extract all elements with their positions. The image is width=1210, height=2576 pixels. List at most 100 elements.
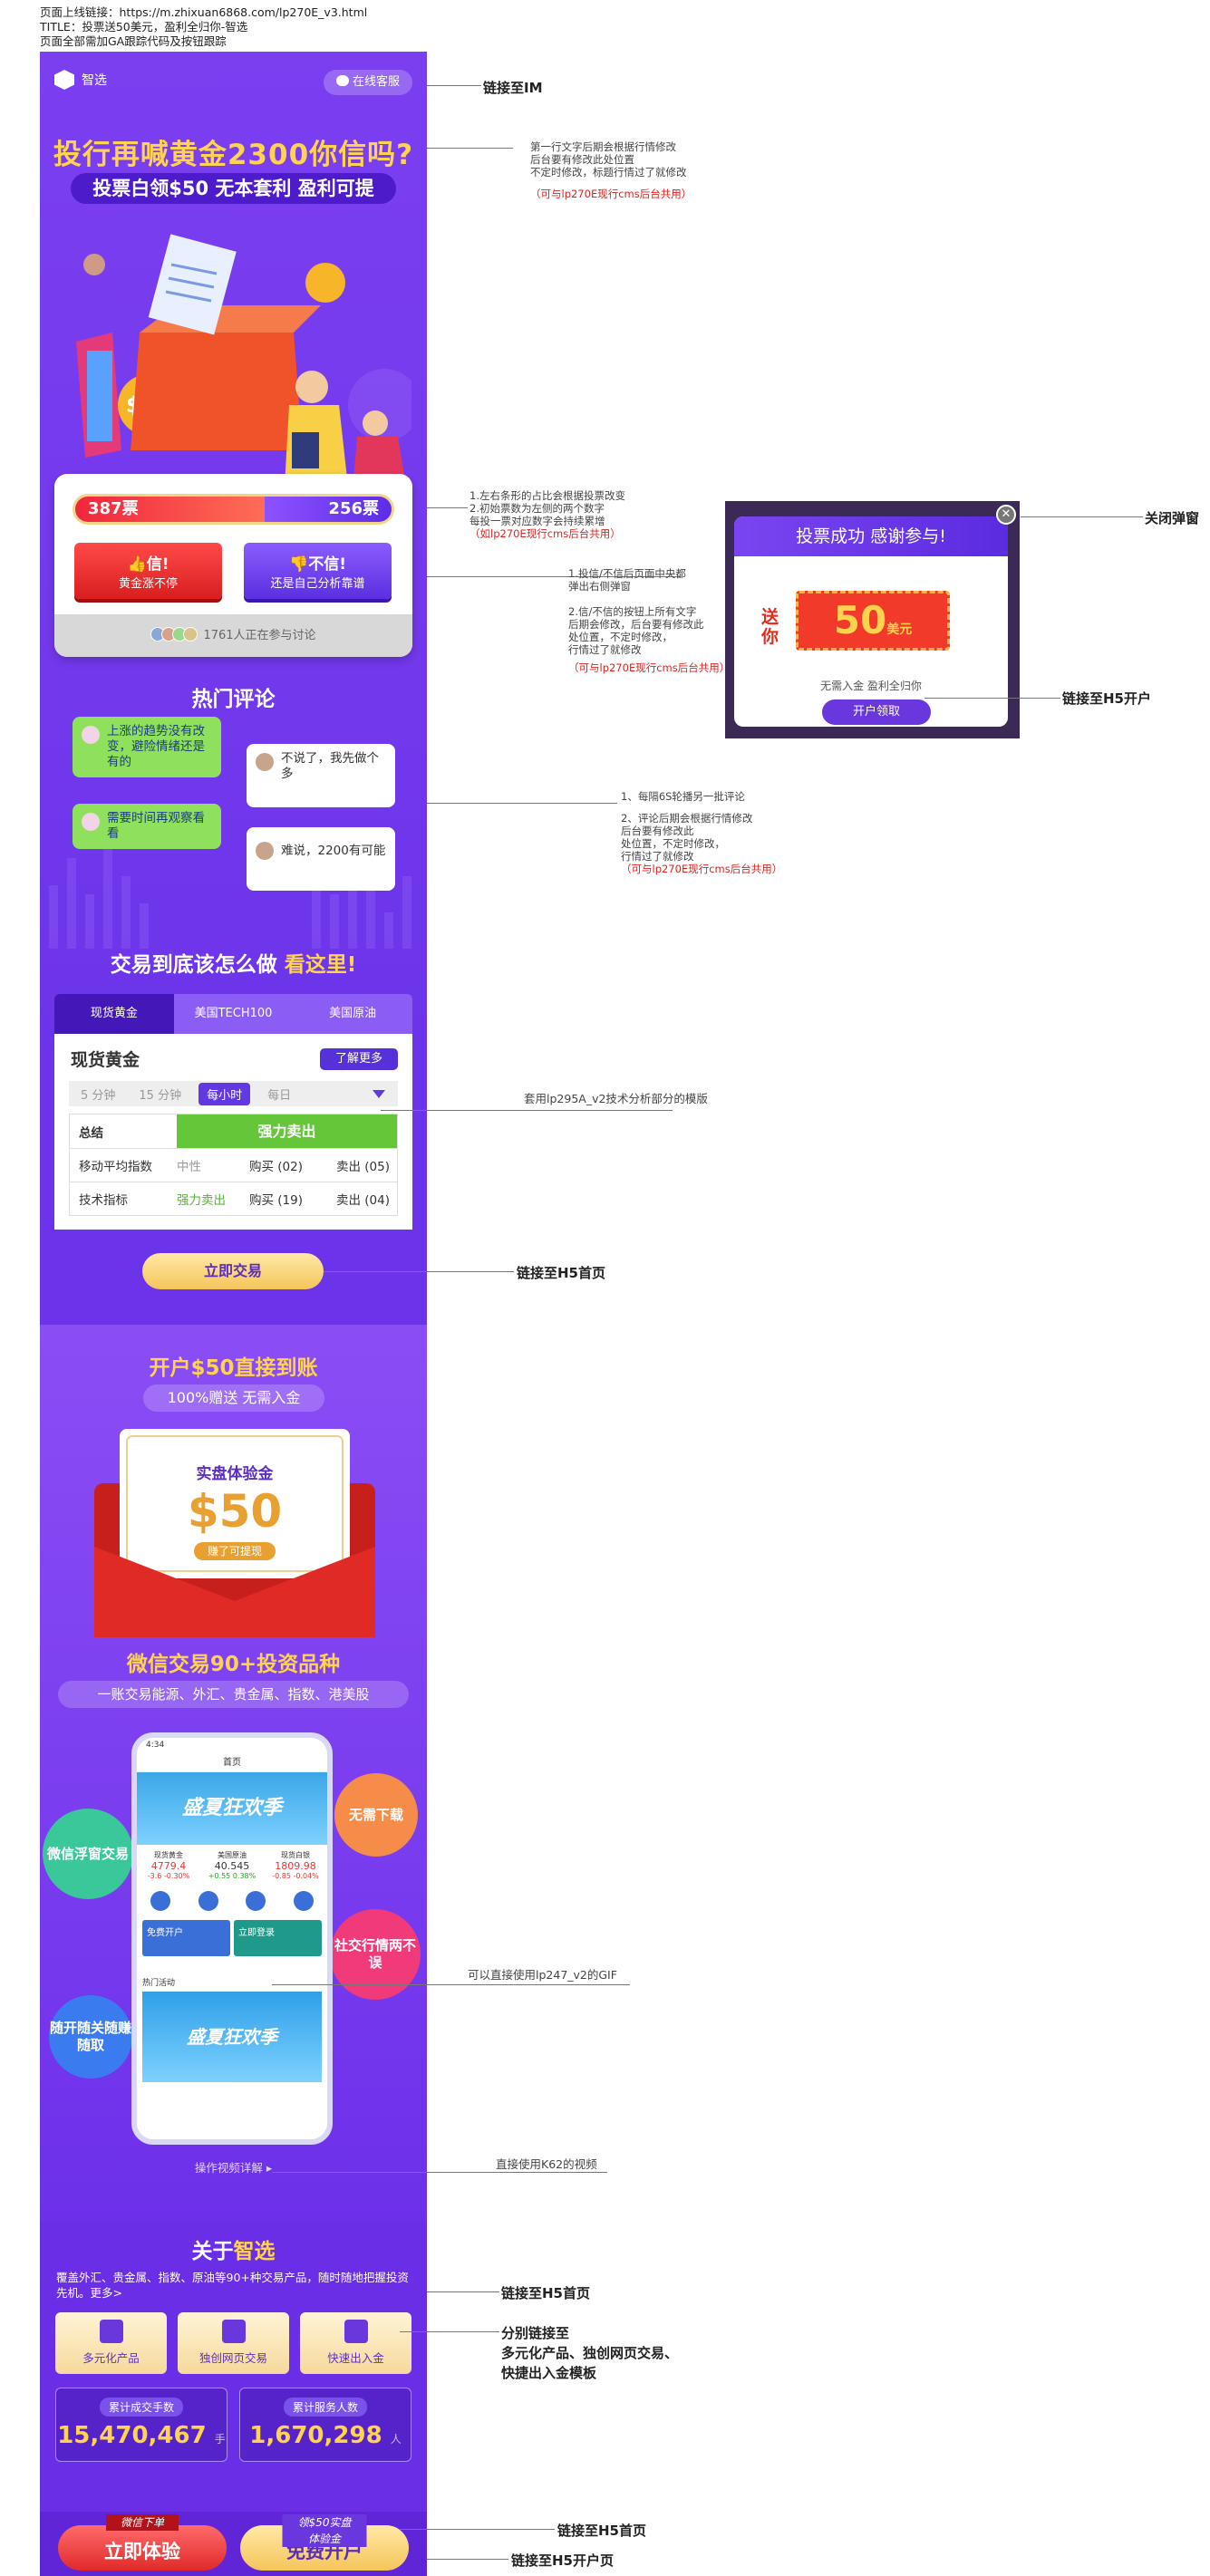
indicator-sell: 卖出 (05) xyxy=(335,1160,390,1174)
tab-spot-gold[interactable]: 现货黄金 xyxy=(54,994,174,1034)
annotation-red: （可与lp270E现行cms后台共用） xyxy=(530,188,692,200)
avatar xyxy=(183,627,198,642)
annotation-text: 1.投信/不信后页面中央都 xyxy=(568,567,686,580)
spec-tracking: 页面全部需加GA跟踪代码及按钮跟踪 xyxy=(40,34,227,48)
status-time: 4:34 xyxy=(146,1741,165,1750)
vote-progress-bar: 387票 256票 xyxy=(73,494,394,525)
modal-gift-label: 送你 xyxy=(761,607,779,647)
shortcut-icon xyxy=(150,1891,171,1911)
summer-banner: 盛夏狂欢季 xyxy=(137,1772,327,1845)
stat-unit: 手 xyxy=(214,2433,226,2446)
feature-web-trading[interactable]: 独创网页交易 xyxy=(178,2312,289,2374)
mobile-landing-page: 智选 在线客服 投行再喊黄金2300你信吗? 投票白领$50 无本套利 盈利可提… xyxy=(40,52,427,2576)
comments-title: 热门评论 xyxy=(191,688,276,711)
quote-item: 现货白银 1809.98 -0.85 -0.04% xyxy=(264,1850,327,1880)
shortcut-icon xyxy=(198,1891,218,1911)
tab-us-tech100[interactable]: 美国TECH100 xyxy=(174,994,294,1034)
brand-name: 智选 xyxy=(82,73,107,88)
annotation-text: 后期会修改，后台要有修改此 xyxy=(568,618,704,631)
trade-title-prefix: 交易到底该怎么做 xyxy=(110,953,277,977)
cube-logo-icon xyxy=(54,70,74,90)
annotation-red: （如lp270E现行cms后台共用） xyxy=(469,527,621,540)
annotation-text: 1、每隔6S轮播另一批评论 xyxy=(621,790,745,803)
annotation-text: 处位置，不定时修改， xyxy=(568,631,673,643)
envelope-card-title: 实盘体验金 xyxy=(196,1465,274,1483)
modal-box: 投票成功 感谢参与! 送你 50美元 无需入金 盈利全归你 开户领取 xyxy=(734,516,1008,727)
annotation-im: 链接至IM xyxy=(483,80,543,96)
summary-label: 总结 xyxy=(79,1125,103,1141)
video-link[interactable]: 操作视频详解 ▸ xyxy=(40,2158,427,2176)
spec-url: 页面上线链接：https://m.zhixuan6868.com/lp270E_… xyxy=(40,5,368,19)
trade-section-title: 交易到底该怎么做 看这里! xyxy=(40,947,427,978)
page-spec-header: 页面上线链接：https://m.zhixuan6868.com/lp270E_… xyxy=(40,5,367,49)
annotation-video: 直接使用K62的视频 xyxy=(496,2157,597,2171)
period-hourly[interactable]: 每小时 xyxy=(198,1082,251,1105)
participants-count: 1761人正在参与讨论 xyxy=(203,629,316,642)
feature-diversified-products[interactable]: 多元化产品 xyxy=(55,2312,167,2374)
indicator-buy: 购买 (02) xyxy=(249,1160,304,1174)
instrument-tabs: 现货黄金 美国TECH100 美国原油 xyxy=(54,994,412,1034)
period-15min[interactable]: 15 分钟 xyxy=(127,1085,193,1103)
free-account-button[interactable]: 领$50实盘体验金 免费开户 xyxy=(240,2514,409,2571)
feature-fast-deposit[interactable]: 快速出入金 xyxy=(300,2312,411,2374)
annotation-h5-home: 链接至H5首页 xyxy=(517,1265,605,1281)
table-row: 技术指标 强力卖出 购买 (19) 卖出 (04) xyxy=(70,1182,397,1215)
promo-open-account: 免费开户 xyxy=(142,1920,230,1956)
annotation-line xyxy=(427,148,513,149)
free-account-tag: 领$50实盘体验金 xyxy=(282,2514,367,2547)
annotation-line xyxy=(427,507,468,508)
annotation-line xyxy=(272,2172,607,2173)
believe-button[interactable]: 👍信! 黄金涨不停 xyxy=(74,543,222,599)
quote-name: 现货白银 xyxy=(281,1851,310,1859)
comment-bubble: 不说了，我先做个多 xyxy=(247,744,395,807)
sparkle-icon xyxy=(99,2320,123,2343)
annotation-line xyxy=(427,803,617,804)
feature-label: 独创网页交易 xyxy=(198,2351,267,2365)
about-title: 关于智选 xyxy=(40,2233,427,2264)
period-5min[interactable]: 5 分钟 xyxy=(69,1085,127,1103)
products-title: 微信交易90+投资品种 xyxy=(126,1653,341,1676)
trade-title-highlight: 看这里! xyxy=(284,953,357,977)
online-service-button[interactable]: 在线客服 xyxy=(323,70,412,95)
annotation-red: （可与lp270E现行cms后台共用） xyxy=(568,661,731,674)
annotation-h5-home-2: 链接至H5首页 xyxy=(501,2285,590,2301)
annotation-features: 分别链接至 多元化产品、独创网页交易、 快捷出入金模板 xyxy=(501,2323,678,2383)
feature-circle: 社交行情两不误 xyxy=(330,1909,421,2000)
hero-subhead: 投票白领$50 无本套利 盈利可提 xyxy=(71,173,396,204)
shortcut-icons xyxy=(137,1886,327,1916)
feature-label: 多元化产品 xyxy=(82,2351,140,2365)
stat-unit: 人 xyxy=(390,2433,402,2446)
products-pill: 一账交易能源、外汇、贵金属、指数、港美股 xyxy=(58,1681,409,1708)
learn-more-button[interactable]: 了解更多 xyxy=(320,1048,398,1070)
doubt-button[interactable]: 👎不信! 还是自己分析靠谱 xyxy=(244,543,392,599)
feature-circle: 微信浮窗交易 xyxy=(43,1809,133,1899)
close-icon[interactable]: ✕ xyxy=(996,505,1016,525)
tab-us-crude[interactable]: 美国原油 xyxy=(293,994,412,1034)
annotation-line xyxy=(427,2559,508,2560)
avatar xyxy=(256,842,274,860)
quote-value: 1809.98 xyxy=(275,1860,316,1872)
bull-votes: 387票 xyxy=(75,497,266,522)
try-now-button[interactable]: 微信下单 立即体验 xyxy=(58,2514,227,2571)
account-title: 开户$50直接到账 xyxy=(149,1356,318,1380)
hot-activity-label: 热门活动 xyxy=(142,1979,176,1988)
trade-now-button[interactable]: 立即交易 xyxy=(142,1253,324,1289)
table-row: 移动平均指数 中性 购买 (02) 卖出 (05) xyxy=(70,1148,397,1182)
annotation-text: 不定时修改，标题行情过了就修改 xyxy=(530,166,687,178)
period-daily[interactable]: 每日 xyxy=(256,1085,303,1103)
dropdown-triangle-icon[interactable] xyxy=(373,1089,385,1098)
believe-sub: 黄金涨不停 xyxy=(118,577,178,591)
stat-value: 15,470,467 xyxy=(57,2422,207,2449)
believe-title: 👍信! xyxy=(74,551,222,574)
stat-value-row: 1,670,298 人 xyxy=(240,2422,411,2449)
modal-open-account-button[interactable]: 开户领取 xyxy=(822,699,931,725)
annotation-text: 多元化产品、独创网页交易、 xyxy=(501,2345,679,2361)
annotation-text: 2.信/不信的按钮上所有文字 xyxy=(568,605,697,618)
modal-note: 无需入金 盈利全归你 xyxy=(820,680,922,692)
brand-logo[interactable]: 智选 xyxy=(54,70,107,90)
annotation-text: 第一行文字后期会根据行情修改 xyxy=(530,140,676,153)
indicator-table: 总结 强力卖出 移动平均指数 中性 购买 (02) 卖出 (05) 技术指标 强… xyxy=(69,1114,398,1216)
comment-bubble: 难说，2200有可能 xyxy=(247,827,395,891)
thumbs-up-icon: 👍 xyxy=(127,555,147,574)
bear-votes: 256票 xyxy=(265,497,392,522)
